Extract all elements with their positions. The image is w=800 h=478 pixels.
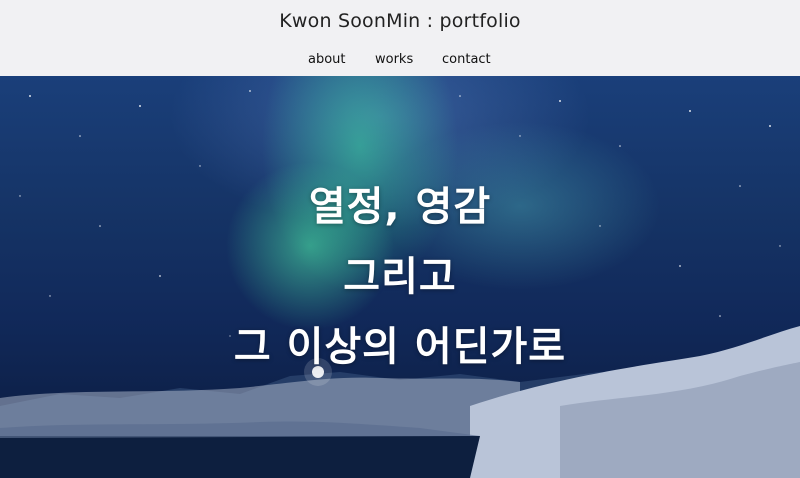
nav-about[interactable]: about: [308, 52, 346, 67]
site-header: Kwon SoonMin : portfolio about works con…: [0, 0, 800, 76]
site-title: Kwon SoonMin : portfolio: [279, 10, 521, 32]
nav-works[interactable]: works: [375, 52, 413, 67]
hero-line-2: 그리고: [343, 254, 457, 300]
hero-banner: 열정, 영감 그리고 그 이상의 어딘가로: [0, 76, 800, 478]
hero-line-1: 열정, 영감: [308, 184, 492, 230]
nav-contact[interactable]: contact: [442, 52, 491, 67]
water: [0, 436, 480, 478]
main-nav: about works contact: [0, 52, 800, 72]
hero-line-3: 그 이상의 어딘가로: [233, 324, 567, 370]
